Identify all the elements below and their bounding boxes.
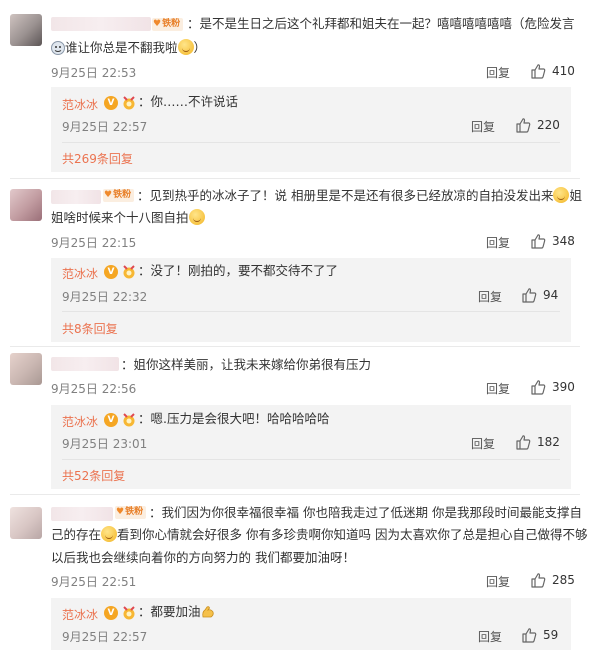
commenter-name[interactable] [51, 17, 151, 31]
comment-date: 9月25日 22:56 [51, 382, 137, 396]
reply-text: ：都要加油 [138, 602, 215, 622]
reply-text: ：嗯.压力是会很大吧！哈哈哈哈哈 [138, 411, 330, 426]
comment-text-line2: 谁让你总是不翻我啦） [51, 38, 206, 58]
reply-reply-button[interactable]: 回复 [478, 288, 502, 305]
medal-icon [123, 265, 135, 279]
comment-text: ：我们因为你很幸福很幸福 你也陪我走过了低迷期 你是我那段时间最能支撑自 [149, 505, 582, 520]
medal-icon [123, 606, 135, 620]
reply-author-name[interactable]: 范冰冰 [62, 606, 98, 623]
verified-icon: V [104, 96, 118, 110]
avatar[interactable] [10, 189, 42, 221]
divider [10, 494, 580, 495]
reply-button[interactable]: 回复 [486, 380, 510, 397]
reply-date: 9月25日 22:32 [62, 290, 148, 304]
smile-emoji-icon [188, 209, 205, 225]
commenter-name[interactable] [51, 190, 101, 204]
reply-author-name[interactable]: 范冰冰 [62, 413, 98, 430]
comment-text: ：姐你这样美丽，让我未来嫁给你弟很有压力 [121, 357, 372, 372]
thumbs-up-icon [531, 234, 546, 249]
fan-badge: ♥铁粉 [103, 189, 135, 202]
smile-emoji-icon [553, 187, 570, 203]
reply-box: 范冰冰 V ：都要加油 9月25日 22:57 回复 59 [51, 598, 571, 650]
more-replies-link[interactable]: 共8条回复 [62, 320, 118, 337]
reply-reply-button[interactable]: 回复 [471, 118, 495, 135]
reply-text: ：没了！刚拍的，要不都交待不了了 [138, 263, 339, 278]
fan-badge: ♥铁粉 [115, 506, 147, 519]
avatar[interactable] [10, 14, 42, 46]
divider [62, 142, 560, 143]
thumbs-up-icon [516, 118, 531, 133]
thumbs-up-icon [522, 628, 537, 643]
heart-icon: ♥ [104, 190, 113, 200]
reply-author-name[interactable]: 范冰冰 [62, 96, 98, 113]
reply-date: 9月25日 22:57 [62, 120, 148, 134]
reply-box: 范冰冰 V ：没了！刚拍的，要不都交待不了了 9月25日 22:32 回复 94… [51, 258, 571, 342]
more-replies-link[interactable]: 共269条回复 [62, 150, 133, 167]
divider [62, 459, 560, 460]
reply-button[interactable]: 回复 [486, 64, 510, 81]
reply-box: 范冰冰 V ：嗯.压力是会很大吧！哈哈哈哈哈 9月25日 23:01 回复 18… [51, 405, 571, 489]
divider [10, 346, 580, 347]
sticker-icon [51, 41, 65, 55]
reply-button[interactable]: 回复 [486, 234, 510, 251]
comment-date: 9月25日 22:15 [51, 236, 137, 250]
reply-box: 范冰冰 V ：你……不许说话 9月25日 22:57 回复 220 共269条回… [51, 87, 571, 172]
commenter-name[interactable] [51, 357, 119, 371]
thumbs-up-icon [531, 380, 546, 395]
thumbs-up-icon [522, 288, 537, 303]
avatar[interactable] [10, 507, 42, 539]
thumbs-up-icon [531, 64, 546, 79]
more-replies-link[interactable]: 共52条回复 [62, 467, 125, 484]
fan-badge: ♥铁粉 [152, 18, 184, 31]
comment-date: 9月25日 22:51 [51, 575, 137, 589]
thumbs-up-icon [531, 573, 546, 588]
smile-emoji-icon [101, 526, 118, 542]
thumbs-up-icon [516, 435, 531, 450]
reply-date: 9月25日 22:57 [62, 630, 148, 644]
comment-text-line2: 己的存在 看到你心情就会好很多 你有多珍贵啊你知道吗 因为太喜欢你了总是担心自己做… [51, 526, 588, 542]
divider [10, 178, 580, 179]
medal-icon [123, 96, 135, 110]
comment-text: ：见到热乎的冰冰子了！说 相册里是不是还有很多已经放凉的自拍没发出来姐 [137, 187, 582, 203]
reply-author-name[interactable]: 范冰冰 [62, 265, 98, 282]
verified-icon: V [104, 265, 118, 279]
reply-reply-button[interactable]: 回复 [471, 435, 495, 452]
comment-date: 9月25日 22:53 [51, 66, 137, 80]
verified-icon: V [104, 606, 118, 620]
comment-text: ：是不是生日之后这个礼拜都和姐夫在一起？嘻嘻嘻嘻嘻嘻（危险发言 [187, 16, 575, 31]
avatar[interactable] [10, 353, 42, 385]
comment-text-line2: 姐啥时候来个十八图自拍 [51, 208, 205, 228]
reply-reply-button[interactable]: 回复 [478, 628, 502, 645]
heart-icon: ♥ [153, 19, 162, 29]
reply-button[interactable]: 回复 [486, 573, 510, 590]
reply-text: ：你……不许说话 [138, 94, 239, 109]
commenter-name[interactable] [51, 507, 113, 521]
comment-text-line3: 以后我也会继续向着你的方向努力的 我们都要加油呀！ [51, 550, 355, 565]
heart-icon: ♥ [116, 507, 125, 517]
verified-icon: V [104, 413, 118, 427]
smile-emoji-icon [177, 39, 194, 55]
reply-date: 9月25日 23:01 [62, 437, 148, 451]
divider [62, 311, 560, 312]
flexed-bicep-icon [201, 606, 214, 618]
medal-icon [123, 413, 135, 427]
